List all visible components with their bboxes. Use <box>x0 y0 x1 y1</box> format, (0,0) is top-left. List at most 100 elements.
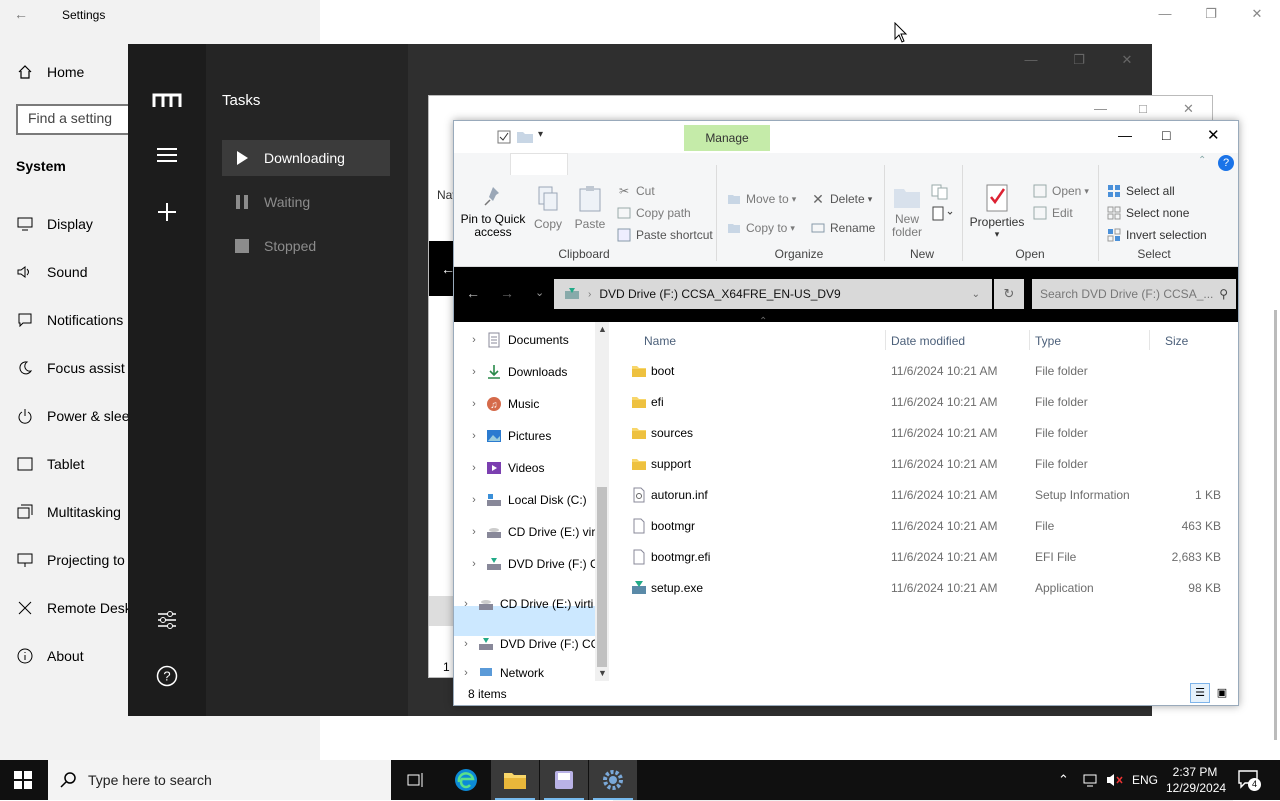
pin-quick-access-button[interactable]: Pin to Quick access <box>460 185 526 239</box>
task-downloading[interactable]: Downloading <box>222 140 390 176</box>
restore-button[interactable]: ❐ <box>1196 6 1226 22</box>
address-input[interactable]: › DVD Drive (F:) CCSA_X64FRE_EN-US_DV9 ⌄ <box>554 279 992 309</box>
file-row[interactable]: autorun.inf 11/6/2024 10:21 AM Setup Infor… <box>609 480 1229 511</box>
nav-item-network[interactable]: › Network <box>458 665 544 681</box>
expand-chevron-icon[interactable]: › <box>466 526 482 538</box>
settings-item-power[interactable]: Power & sleep <box>16 404 137 428</box>
select-none-button[interactable]: Select none <box>1106 205 1189 221</box>
copy-path-button[interactable]: Copy path <box>616 205 691 221</box>
file-row[interactable]: bootmgr.efi 11/6/2024 10:21 AM EFI File 2,6… <box>609 542 1229 573</box>
open-button[interactable]: Open ▾ <box>1032 183 1089 199</box>
file-row[interactable]: efi 11/6/2024 10:21 AM File folder <box>609 387 1229 418</box>
help-icon[interactable]: ? <box>156 665 178 687</box>
taskbar-search-input[interactable]: Type here to search <box>48 760 391 800</box>
nav-scrollbar[interactable]: ▲ ▼ <box>595 322 609 681</box>
file-row[interactable]: sources 11/6/2024 10:21 AM File folder <box>609 418 1229 449</box>
explorer-maximize-button[interactable]: □ <box>1162 127 1170 143</box>
settings-item-projecting[interactable]: Projecting to <box>16 548 125 572</box>
paste-button[interactable]: Paste <box>572 185 608 231</box>
file-row[interactable]: support 11/6/2024 10:21 AM File folder <box>609 449 1229 480</box>
nav-item-cd-drive[interactable]: › CD Drive (E:) vir <box>466 521 595 543</box>
explorer-search-input[interactable]: Search DVD Drive (F:) CCSA_... ⚲ <box>1032 279 1236 309</box>
nav-item-documents[interactable]: › Documents <box>466 329 569 351</box>
delete-button[interactable]: ✕ Delete ▾ <box>810 191 872 207</box>
properties-dropdown-icon[interactable]: ▾ <box>968 229 1026 240</box>
expand-chevron-icon[interactable]: › <box>458 667 474 679</box>
settings-item-tablet[interactable]: Tablet <box>16 452 84 476</box>
refresh-button[interactable]: ↻ <box>994 279 1024 309</box>
settings-item-multitasking[interactable]: Multitasking <box>16 500 121 524</box>
file-row[interactable]: bootmgr 11/6/2024 10:21 AM File 463 KB <box>609 511 1229 542</box>
column-header-name[interactable]: Name <box>644 334 676 348</box>
expand-chevron-icon[interactable]: › <box>466 334 482 346</box>
explorer-close-button[interactable]: ✕ <box>1207 126 1220 144</box>
nav-item-pictures[interactable]: › Pictures <box>466 425 551 447</box>
close-button[interactable]: ✕ <box>1242 6 1272 22</box>
dm-close-button[interactable]: ✕ <box>1112 52 1142 68</box>
manage-tab[interactable]: Manage <box>684 125 770 151</box>
easy-access-icon[interactable] <box>930 205 954 223</box>
expand-chevron-icon[interactable]: › <box>458 638 474 650</box>
expand-chevron-icon[interactable]: › <box>466 494 482 506</box>
settings-item-remote-desktop[interactable]: Remote Desk <box>16 596 132 620</box>
nav-item-downloads[interactable]: › Downloads <box>466 361 567 383</box>
expand-chevron-icon[interactable]: › <box>466 398 482 410</box>
settings-scrollbar[interactable] <box>1274 310 1277 740</box>
properties-checkbox-icon[interactable] <box>496 129 512 145</box>
volume-muted-icon[interactable] <box>1106 772 1124 788</box>
file-row[interactable]: setup.exe 11/6/2024 10:21 AM Application 98… <box>609 573 1229 604</box>
file-row[interactable]: boot 11/6/2024 10:21 AM File folder <box>609 356 1229 387</box>
dm-maximize-button[interactable]: ❐ <box>1064 52 1094 68</box>
back-arrow-icon[interactable]: ← <box>14 6 34 24</box>
expand-chevron-icon[interactable]: › <box>466 462 482 474</box>
ribbon-active-tab[interactable] <box>510 153 568 175</box>
settings-item-sound[interactable]: Sound <box>16 260 87 284</box>
settings-item-focus-assist[interactable]: Focus assist <box>16 356 125 380</box>
expand-chevron-icon[interactable]: › <box>466 430 482 442</box>
recent-locations-icon[interactable]: ⌄ <box>535 286 544 299</box>
back-maximize-button[interactable]: □ <box>1139 101 1147 116</box>
back-arrow-icon[interactable]: ← <box>466 285 480 301</box>
column-header-type[interactable]: Type <box>1035 334 1061 348</box>
back-close-button[interactable]: ✕ <box>1183 101 1194 117</box>
task-waiting[interactable]: Waiting <box>222 184 390 220</box>
show-hidden-icons-icon[interactable]: ⌃ <box>1058 772 1069 788</box>
nav-item-dvd-drive[interactable]: › DVD Drive (F:) C <box>466 553 599 575</box>
invert-selection-button[interactable]: Invert selection <box>1106 227 1207 243</box>
large-icons-view-icon[interactable]: ▣ <box>1214 685 1230 701</box>
copy-button[interactable]: Copy <box>532 185 564 231</box>
cut-button[interactable]: ✂ Cut <box>616 183 655 199</box>
task-view-icon[interactable] <box>392 760 440 800</box>
sliders-icon[interactable] <box>156 609 178 631</box>
properties-button[interactable]: Properties ▾ <box>968 183 1026 240</box>
file-explorer-icon[interactable] <box>491 760 539 800</box>
qat-dropdown-icon[interactable]: ▾ <box>538 129 543 140</box>
explorer-minimize-button[interactable]: — <box>1118 127 1132 143</box>
new-item-icon[interactable] <box>930 183 952 201</box>
settings-home[interactable]: Home <box>16 60 84 84</box>
settings-item-about[interactable]: About <box>16 644 84 668</box>
folder-icon[interactable] <box>516 130 534 144</box>
network-status-icon[interactable] <box>1083 772 1099 788</box>
settings-item-notifications[interactable]: Notifications <box>16 308 123 332</box>
edit-button[interactable]: Edit <box>1032 205 1073 221</box>
expand-chevron-icon[interactable]: › <box>466 558 482 570</box>
rename-button[interactable]: Rename <box>810 220 875 236</box>
column-header-size[interactable]: Size <box>1165 334 1188 348</box>
clock[interactable]: 2:37 PM 12/29/2024 <box>1166 764 1226 796</box>
settings-gear-icon[interactable] <box>589 760 637 800</box>
copy-to-button[interactable]: Copy to ▾ <box>726 220 795 236</box>
add-icon[interactable] <box>157 202 177 222</box>
details-view-icon[interactable]: ☰ <box>1190 683 1210 703</box>
address-dropdown-icon[interactable]: ⌄ <box>972 289 980 300</box>
expand-chevron-icon[interactable]: › <box>466 366 482 378</box>
windows-start-icon[interactable] <box>14 771 32 789</box>
scroll-down-icon[interactable]: ▼ <box>598 668 607 678</box>
scroll-up-icon[interactable]: ▲ <box>598 324 607 334</box>
settings-item-display[interactable]: Display <box>16 212 93 236</box>
download-manager-icon[interactable] <box>540 760 588 800</box>
minimize-button[interactable]: — <box>1150 6 1180 21</box>
nav-item-videos[interactable]: › Videos <box>466 457 544 479</box>
select-all-button[interactable]: Select all <box>1106 183 1175 199</box>
language-indicator[interactable]: ENG <box>1132 773 1158 787</box>
